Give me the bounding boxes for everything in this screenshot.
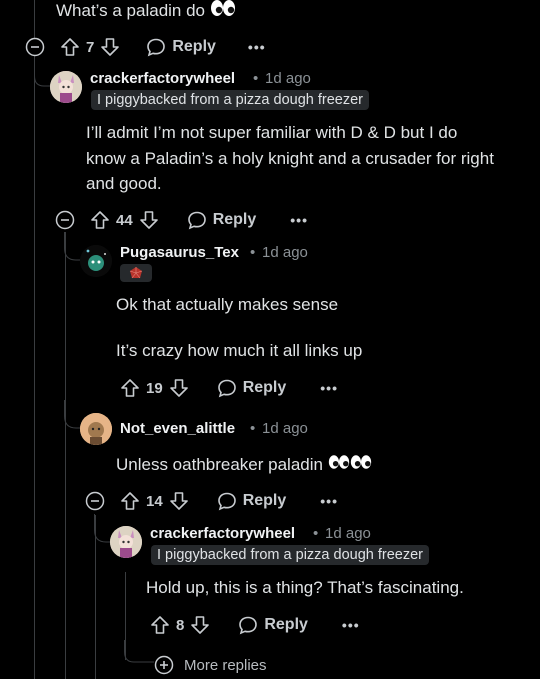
reply-button[interactable]: Reply [238, 615, 308, 635]
vote-count: 19 [146, 379, 163, 397]
action-row: 14 Reply ••• [120, 489, 338, 513]
eyes-emoji-icon [350, 453, 372, 479]
reply-button[interactable]: Reply [217, 378, 287, 398]
timestamp: 1d ago [262, 420, 308, 437]
vote-count: 14 [146, 492, 163, 510]
plus-circle-icon [154, 655, 174, 675]
avatar [80, 245, 112, 277]
more-options-icon[interactable]: ••• [320, 380, 338, 396]
more-options-icon[interactable]: ••• [320, 493, 338, 509]
reply-button[interactable]: Reply [187, 210, 257, 230]
collapse-thread-icon[interactable] [25, 37, 45, 57]
action-row: 44 Reply ••• [90, 208, 308, 232]
more-options-icon[interactable]: ••• [342, 617, 360, 633]
thread-line [34, 0, 35, 679]
reply-bubble-icon [239, 616, 258, 635]
reply-label: Reply [242, 379, 287, 396]
separator-dot: • [250, 420, 256, 437]
upvote-icon[interactable] [120, 491, 140, 511]
user-flair: I piggybacked from a pizza dough freezer [151, 545, 429, 565]
thread-line [65, 232, 66, 679]
action-row: 8 Reply ••• [150, 613, 360, 637]
user-flair: I piggybacked from a pizza dough freezer [91, 90, 369, 110]
comment-body: Hold up, this is a thing? That’s fascina… [146, 578, 464, 597]
separator-dot: • [253, 70, 259, 87]
reply-label: Reply [242, 492, 287, 509]
upvote-icon[interactable] [120, 378, 140, 398]
eyes-emoji-icon [210, 0, 236, 25]
more-replies-button[interactable]: More replies [154, 653, 267, 677]
downvote-icon[interactable] [139, 210, 159, 230]
more-options-icon[interactable]: ••• [290, 212, 308, 228]
comment-body: What’s a paladin do [56, 0, 236, 25]
reply-button[interactable]: Reply [217, 491, 287, 511]
username[interactable]: Not_even_alittle [120, 420, 235, 437]
more-replies-label: More replies [184, 656, 267, 674]
comment-body: I’ll admit I’m not super familiar with D… [86, 123, 494, 193]
reply-button[interactable]: Reply [146, 37, 216, 57]
timestamp: 1d ago [325, 525, 371, 542]
upvote-icon[interactable] [60, 37, 80, 57]
downvote-icon[interactable] [169, 378, 189, 398]
reply-bubble-icon [187, 211, 206, 230]
comment-text: What’s a paladin do [56, 1, 206, 20]
downvote-icon[interactable] [190, 615, 210, 635]
upvote-icon[interactable] [90, 210, 110, 230]
downvote-icon[interactable] [100, 37, 120, 57]
separator-dot: • [250, 244, 256, 261]
comment-body: Ok that actually makes sense [116, 295, 339, 314]
reply-label: Reply [264, 616, 308, 633]
timestamp: 1d ago [265, 70, 311, 87]
reply-label: Reply [172, 38, 216, 55]
username[interactable]: crackerfactorywheel [90, 70, 235, 87]
eyes-emoji-icon [328, 453, 350, 479]
comment-body: It’s crazy how much it all links up [116, 341, 363, 360]
action-row: 7 Reply ••• [60, 35, 266, 59]
comment-body: Unless oathbreaker paladin [116, 452, 372, 479]
reply-bubble-icon [217, 492, 236, 511]
reply-label: Reply [212, 211, 257, 228]
upvote-icon[interactable] [150, 615, 170, 635]
collapse-thread-icon[interactable] [55, 210, 75, 230]
username[interactable]: Pugasaurus_Tex [120, 244, 239, 261]
collapse-thread-icon[interactable] [85, 491, 105, 511]
avatar [110, 526, 142, 558]
username[interactable]: crackerfactorywheel [150, 525, 295, 542]
vote-count: 44 [116, 211, 133, 229]
avatar [80, 413, 112, 445]
timestamp: 1d ago [262, 244, 308, 261]
more-options-icon[interactable]: ••• [248, 39, 266, 55]
thread-connector [124, 640, 154, 663]
flair-dice-icon [120, 264, 152, 282]
action-row: 19 Reply ••• [120, 376, 338, 400]
separator-dot: • [313, 525, 319, 542]
comment-text: Unless oathbreaker paladin [116, 455, 323, 474]
reply-bubble-icon [147, 38, 166, 57]
reply-bubble-icon [217, 379, 236, 398]
downvote-icon[interactable] [169, 491, 189, 511]
vote-count: 7 [86, 38, 95, 56]
vote-count: 8 [176, 616, 185, 634]
avatar [50, 71, 82, 103]
